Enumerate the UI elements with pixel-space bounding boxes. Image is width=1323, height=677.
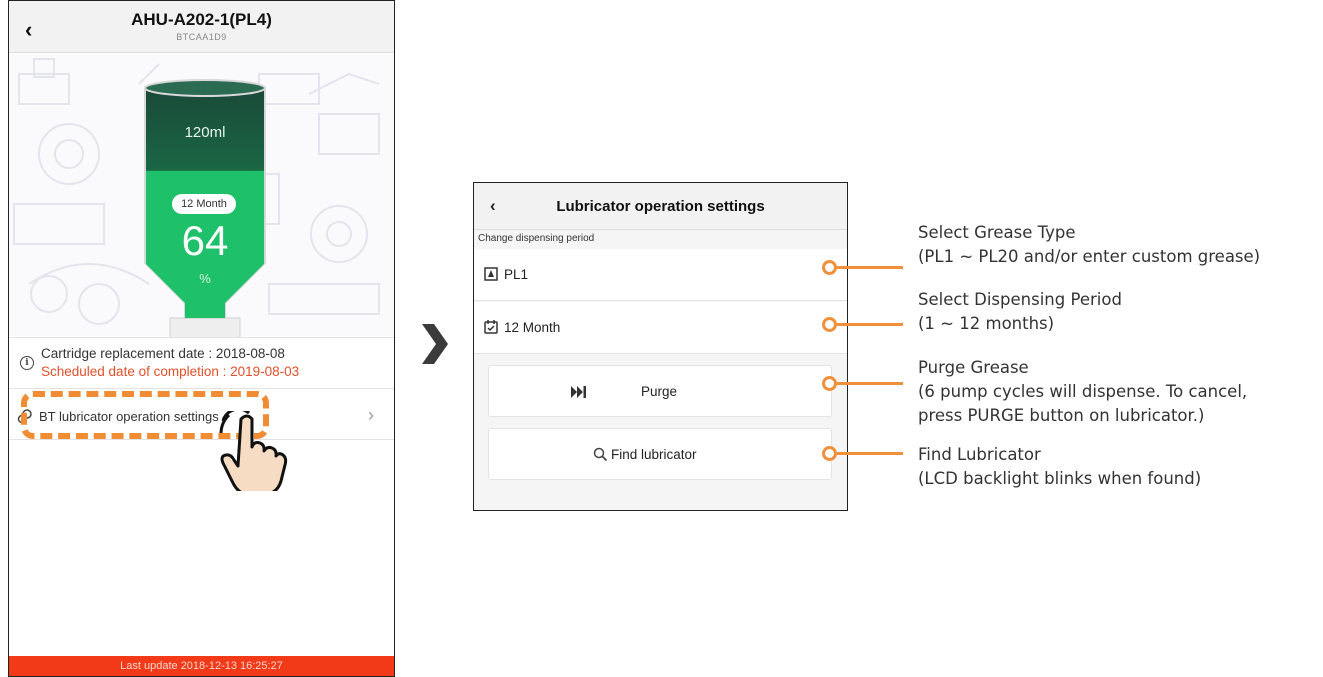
remaining-percent: 64 xyxy=(181,217,229,264)
cartridge-volume: 120ml xyxy=(184,124,226,141)
annotation-title: Select Grease Type xyxy=(918,223,1076,242)
percent-unit: % xyxy=(199,271,211,286)
cartridge-info: i Cartridge replacement date : 2018-08-0… xyxy=(9,337,394,389)
lubricator-status-screen: ‹ AHU-A202-1(PL4) BTCAA1D9 120ml 12 Mont… xyxy=(8,0,395,677)
annotation-title: Select Dispensing Period xyxy=(918,290,1122,309)
info-icon: i xyxy=(20,356,34,370)
annotation-detail: press PURGE button on lubricator.) xyxy=(918,406,1205,425)
dispensing-period-value: 12 Month xyxy=(504,320,561,335)
callout-line xyxy=(837,382,903,385)
callout-line xyxy=(837,452,903,455)
callout-line xyxy=(837,266,903,269)
settings-header: ‹ Lubricator operation settings xyxy=(474,183,847,230)
completion-date: Scheduled date of completion : 2019-08-0… xyxy=(41,364,300,379)
replacement-date: Cartridge replacement date : 2018-08-08 xyxy=(41,346,285,361)
callout-marker xyxy=(822,446,837,461)
grease-type-value: PL1 xyxy=(504,267,529,282)
callout-marker xyxy=(822,317,837,332)
callout-marker xyxy=(822,260,837,275)
annotation-detail: (6 pump cycles will dispense. To cancel, xyxy=(918,382,1248,401)
annotation-detail: (LCD backlight blinks when found) xyxy=(918,469,1202,488)
pointing-hand-icon xyxy=(219,411,288,491)
annotation-purge: Purge Grease (6 pump cycles will dispens… xyxy=(918,356,1247,428)
machinery-background: 120ml 12 Month 64 % xyxy=(9,54,394,345)
callout-marker xyxy=(822,376,837,391)
chevron-right-icon: › xyxy=(368,405,374,425)
device-id: BTCAA1D9 xyxy=(176,32,227,42)
callout-line xyxy=(837,323,903,326)
annotation-title: Find Lubricator xyxy=(918,445,1041,464)
fast-forward-icon xyxy=(571,386,586,398)
annotation-dispensing-period: Select Dispensing Period (1 ~ 12 months) xyxy=(918,288,1122,336)
find-lubricator-button[interactable]: Find lubricator xyxy=(488,428,832,480)
search-icon xyxy=(593,447,608,462)
settings-title: Lubricator operation settings xyxy=(556,198,765,215)
annotation-detail: (PL1 ~ PL20 and/or enter custom grease) xyxy=(918,247,1261,266)
annotation-find-lubricator: Find Lubricator (LCD backlight blinks wh… xyxy=(918,443,1201,491)
next-arrow-icon xyxy=(422,324,448,364)
dispensing-period-row[interactable]: 12 Month xyxy=(474,302,847,354)
grease-type-row[interactable]: PL1 xyxy=(474,249,847,301)
device-title: AHU-A202-1(PL4) xyxy=(131,10,272,29)
purge-button[interactable]: Purge xyxy=(488,365,832,417)
find-lubricator-label: Find lubricator xyxy=(611,447,697,462)
operation-settings-screen: ‹ Lubricator operation settings Change d… xyxy=(473,182,848,511)
annotation-detail: (1 ~ 12 months) xyxy=(918,314,1055,333)
period-badge: 12 Month xyxy=(172,194,236,214)
grease-cartridge-icon xyxy=(484,267,498,281)
status-header: ‹ AHU-A202-1(PL4) BTCAA1D9 xyxy=(9,1,394,53)
purge-label: Purge xyxy=(641,384,678,399)
last-update-bar: Last update 2018-12-13 16:25:27 xyxy=(9,656,394,676)
section-label: Change dispensing period xyxy=(478,233,595,244)
calendar-icon xyxy=(484,320,498,334)
annotation-grease-type: Select Grease Type (PL1 ~ PL20 and/or en… xyxy=(918,221,1260,269)
annotation-title: Purge Grease xyxy=(918,358,1029,377)
